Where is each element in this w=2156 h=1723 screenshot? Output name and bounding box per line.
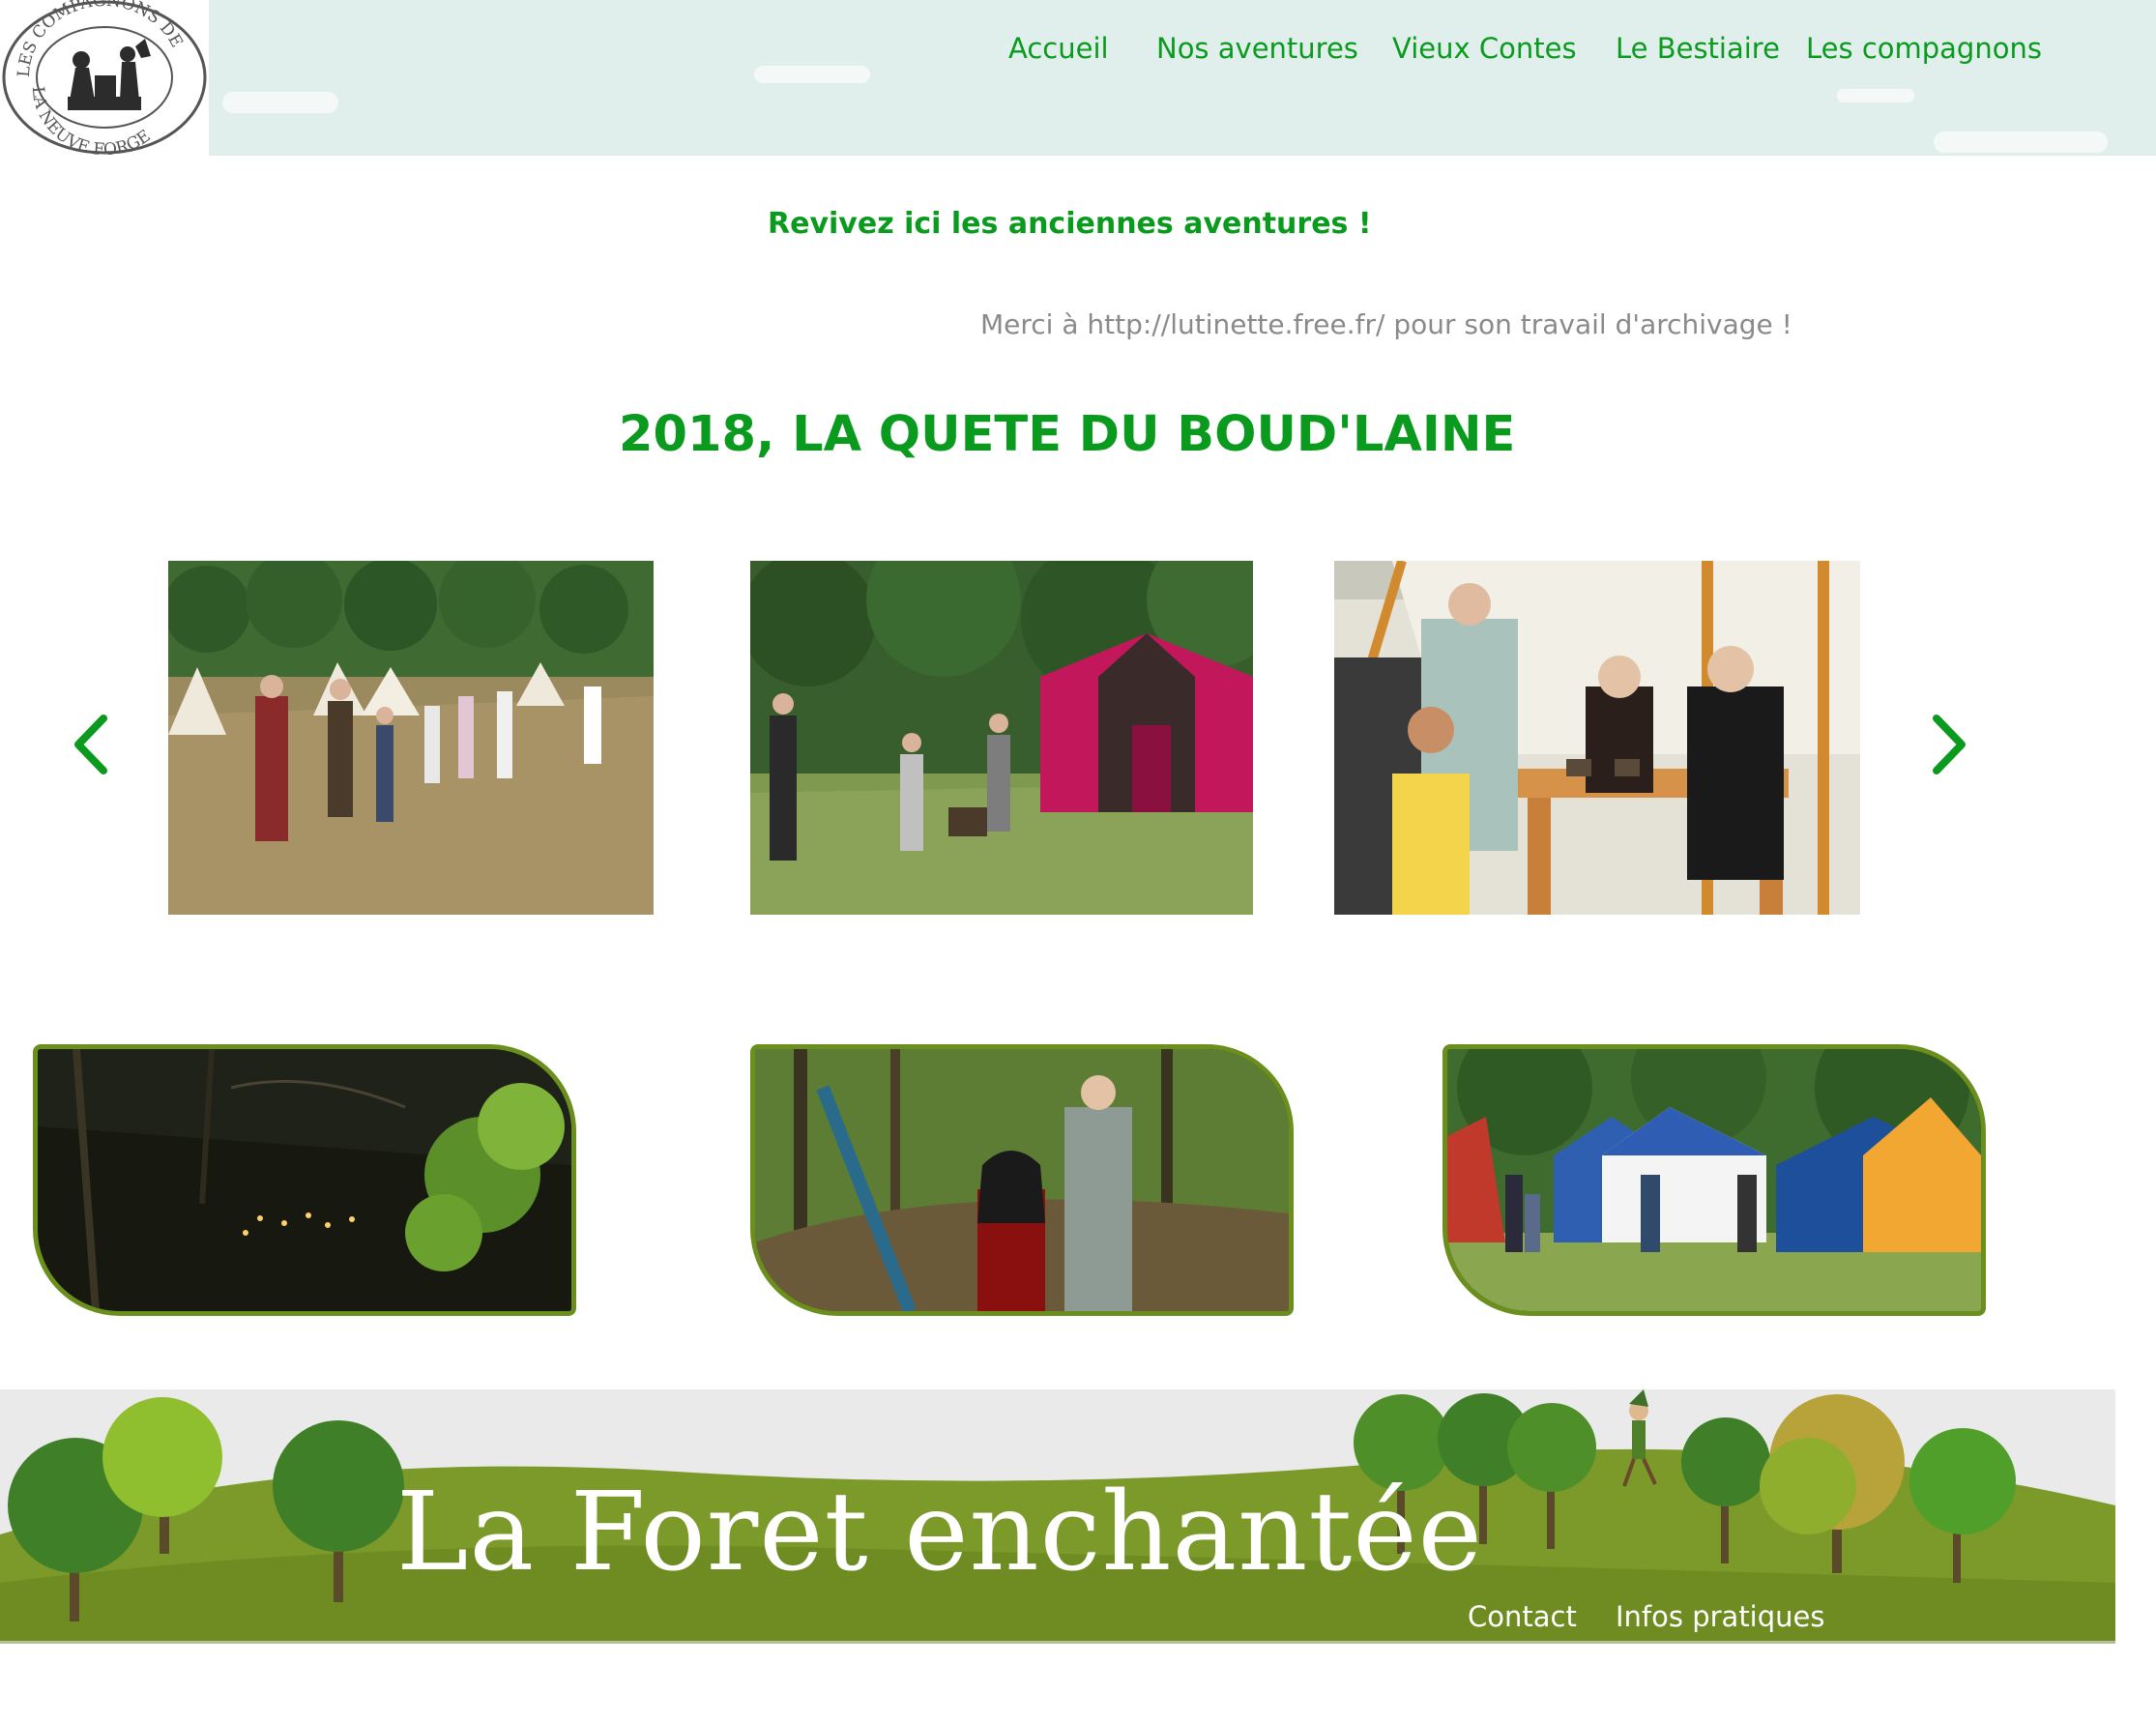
- nav-le-bestiaire[interactable]: Le Bestiaire: [1616, 27, 1780, 70]
- site-logo[interactable]: LES COMPAGNONS DE LA NEUVE FORGE: [0, 0, 209, 160]
- nav-nos-aventures[interactable]: Nos aventures: [1156, 27, 1358, 70]
- header-cloud: [1934, 131, 2108, 153]
- night-forest-photo: [38, 1049, 571, 1311]
- carousel-prev-button[interactable]: [63, 711, 121, 778]
- header-cloud: [222, 92, 338, 113]
- logo-seal-icon: LES COMPAGNONS DE LA NEUVE FORGE: [2, 0, 207, 160]
- camp-children-photo: [168, 561, 654, 915]
- forest-couple-photo: [755, 1049, 1289, 1311]
- header-cloud: [754, 66, 870, 83]
- nav-les-compagnons[interactable]: Les compagnons: [1806, 27, 2042, 70]
- page-title: 2018, LA QUETE DU BOUD'LAINE: [619, 406, 1516, 463]
- footer-forest-title: La Foret enchantée: [396, 1470, 1483, 1595]
- card-night-forest[interactable]: [33, 1044, 576, 1316]
- footer-infos-pratiques-link[interactable]: Infos pratiques: [1616, 1595, 1824, 1638]
- nav-accueil[interactable]: Accueil: [1008, 27, 1109, 70]
- site-header: [0, 0, 2156, 156]
- carousel-next-button[interactable]: [1919, 711, 1977, 778]
- carousel-slide-camp-children[interactable]: [168, 561, 654, 915]
- carousel-slide-pink-tent[interactable]: [750, 561, 1253, 915]
- card-colorful-tents[interactable]: [1442, 1044, 1986, 1316]
- carousel-slide-registration-table[interactable]: [1334, 561, 1860, 915]
- intro-heading: Revivez ici les anciennes aventures !: [768, 207, 1372, 241]
- card-forest-couple[interactable]: [750, 1044, 1294, 1316]
- colorful-tents-photo: [1447, 1049, 1981, 1311]
- registration-table-photo: [1334, 561, 1860, 915]
- archive-credit: Merci à http://lutinette.free.fr/ pour s…: [980, 308, 1792, 340]
- footer-divider: [0, 1641, 2115, 1644]
- header-cloud: [1837, 89, 1914, 102]
- chevron-right-icon: [1933, 715, 1966, 774]
- pink-tent-photo: [750, 561, 1253, 915]
- chevron-left-icon: [74, 715, 107, 774]
- nav-vieux-contes[interactable]: Vieux Contes: [1392, 27, 1577, 70]
- footer-contact-link[interactable]: Contact: [1468, 1595, 1577, 1638]
